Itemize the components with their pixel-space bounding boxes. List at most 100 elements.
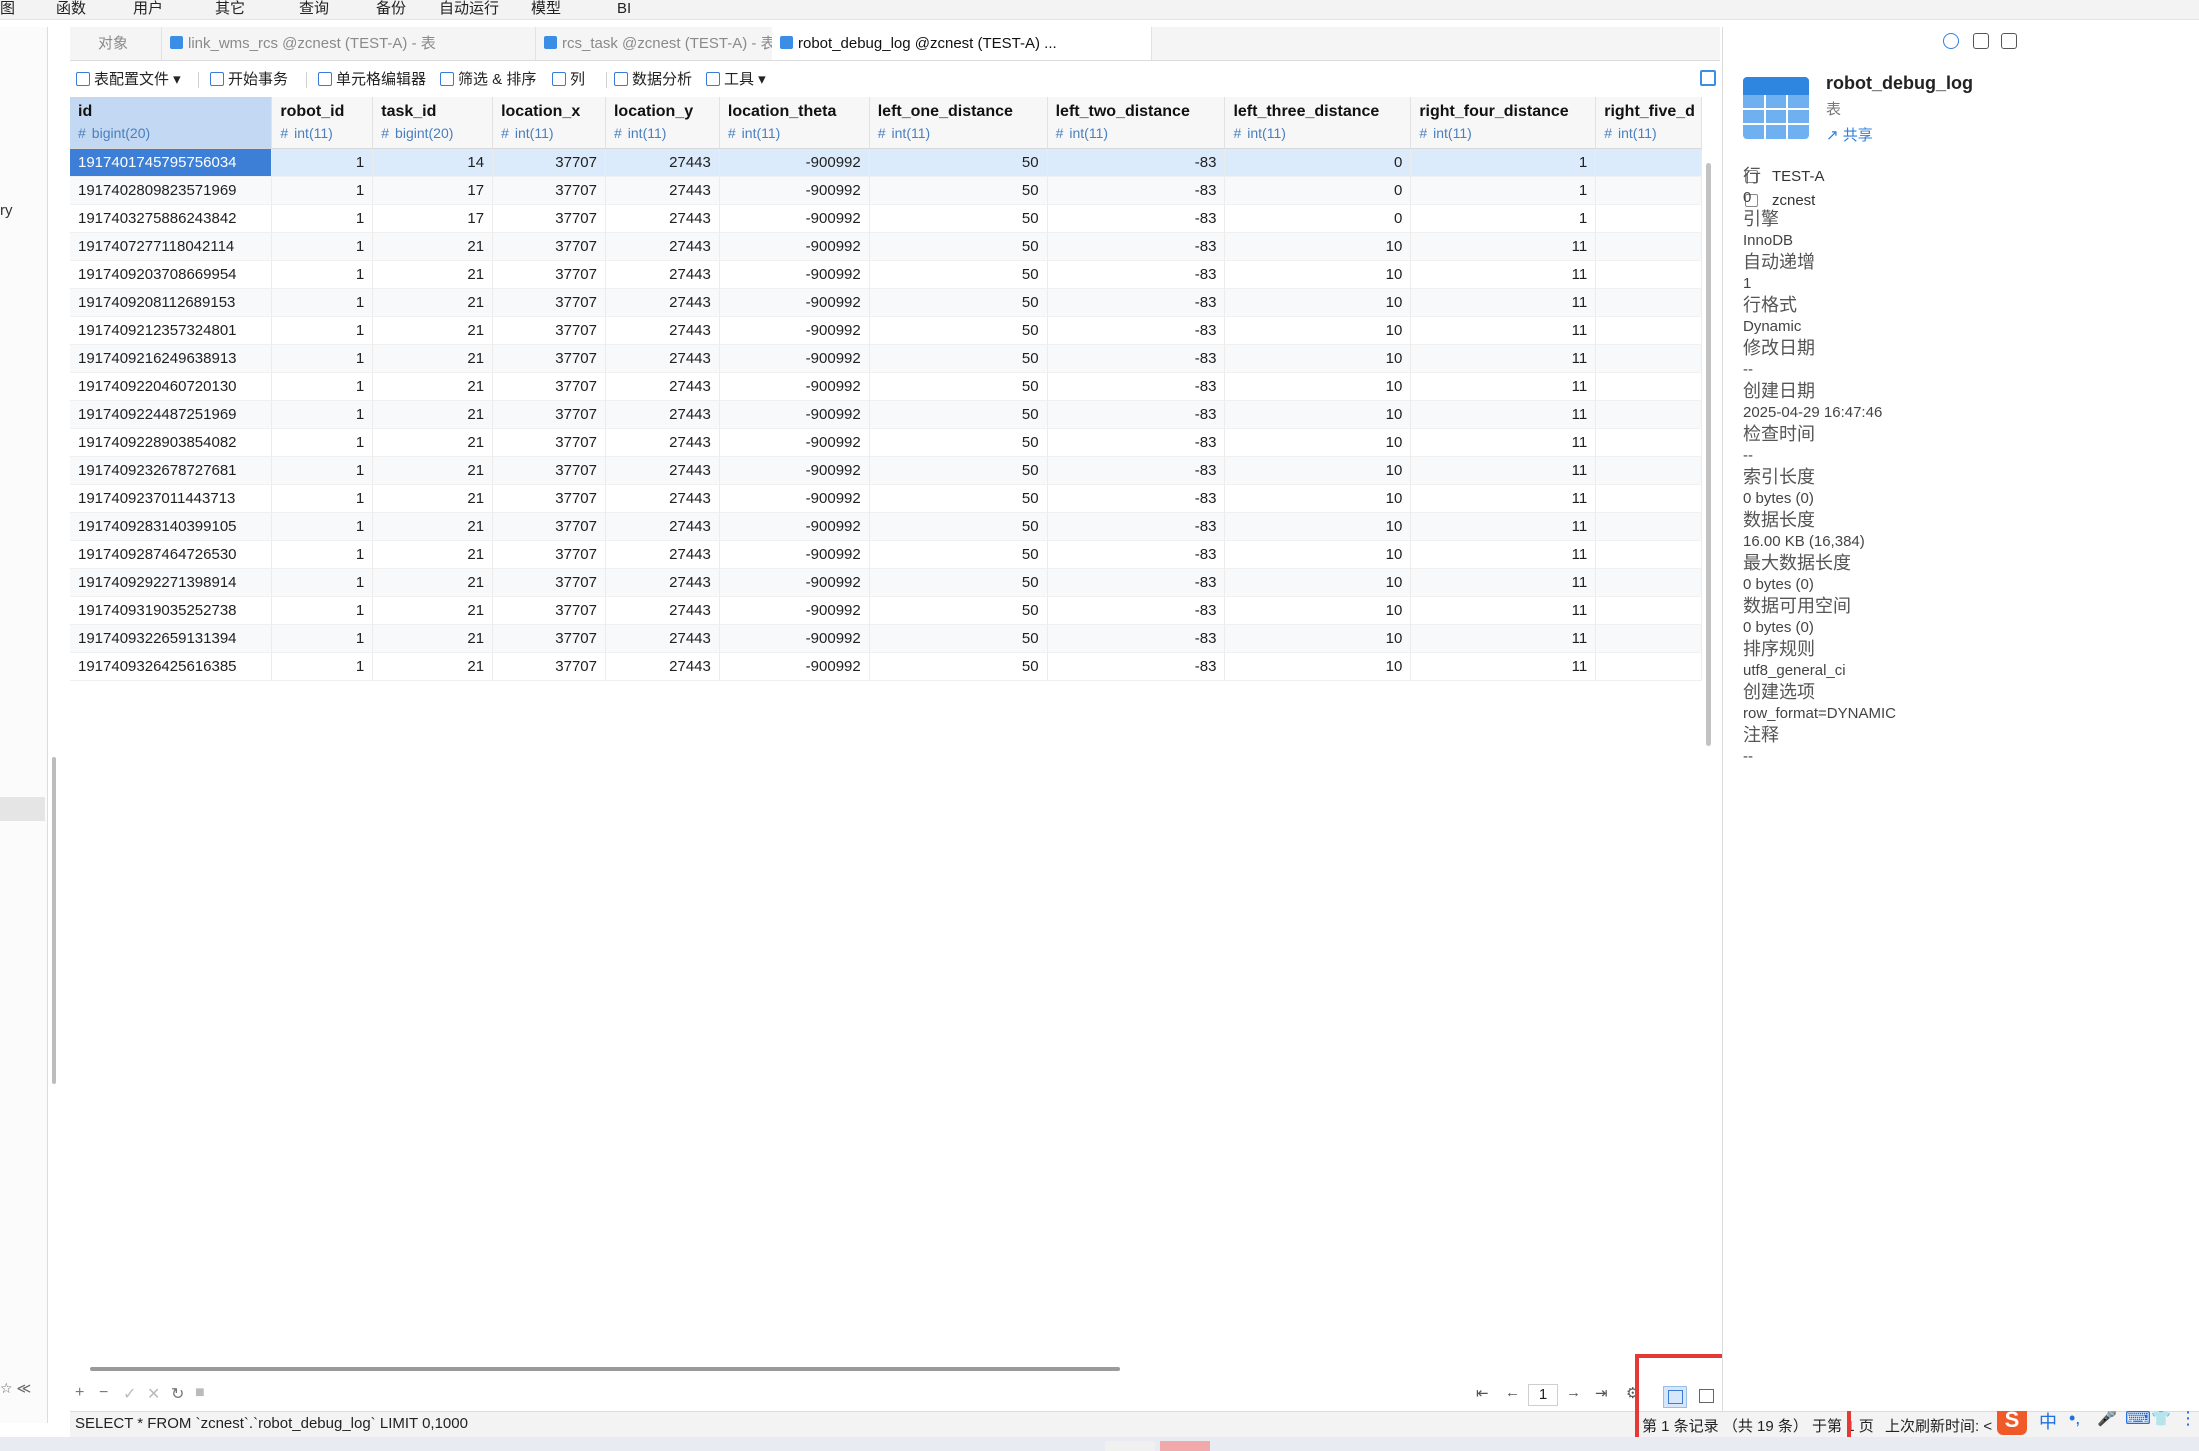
table-row[interactable]: 1917409220460720130 1 21 37707 27443 -900992 5… (70, 372, 1702, 401)
table-cell[interactable]: 50 (869, 652, 1048, 681)
table-cell[interactable] (1595, 624, 1702, 653)
table-cell[interactable]: 11 (1410, 512, 1597, 541)
stop-button[interactable]: ■ (195, 1384, 205, 1402)
prev-page-button[interactable]: ← (1505, 1384, 1520, 1401)
table-cell[interactable]: 1 (271, 344, 374, 373)
table-cell[interactable]: 37707 (492, 232, 606, 261)
apply-changes-button[interactable]: ✓ (123, 1384, 136, 1404)
taskbar-item[interactable] (1160, 1441, 1210, 1451)
table-cell[interactable]: -83 (1047, 232, 1226, 261)
table-row[interactable]: 1917409232678727681 1 21 37707 27443 -900992 5… (70, 456, 1702, 485)
menu-item-view[interactable]: 图 (0, 0, 15, 18)
table-cell[interactable]: 11 (1410, 484, 1597, 513)
table-cell[interactable]: 50 (869, 596, 1048, 625)
column-header[interactable]: location_y # int(11) (605, 97, 720, 149)
table-cell[interactable]: -83 (1047, 568, 1226, 597)
table-cell[interactable]: -900992 (719, 596, 870, 625)
table-row[interactable]: 1917407277118042114 1 21 37707 27443 -900992 5… (70, 232, 1702, 261)
layout-icon[interactable] (2001, 33, 2017, 49)
table-row[interactable]: 1917409237011443713 1 21 37707 27443 -900992 5… (70, 484, 1702, 513)
sidebar-item-fragment[interactable]: ry (0, 202, 13, 219)
table-cell[interactable]: 37707 (492, 344, 606, 373)
table-cell[interactable]: 37707 (492, 428, 606, 457)
table-cell[interactable]: 10 (1224, 288, 1412, 317)
table-cell[interactable]: 27443 (605, 624, 720, 653)
table-cell[interactable]: 17 (372, 176, 494, 205)
chinese-mode-icon[interactable]: 中 (2039, 1408, 2057, 1434)
table-cell[interactable] (1595, 148, 1702, 177)
table-cell[interactable]: -83 (1047, 204, 1226, 233)
table-cell[interactable]: 21 (372, 484, 494, 513)
table-cell[interactable]: 0 (1224, 148, 1412, 177)
table-cell[interactable]: 11 (1410, 596, 1597, 625)
taskbar-item[interactable] (1105, 1441, 1155, 1451)
table-cell[interactable]: -900992 (719, 540, 870, 569)
table-cell[interactable]: 50 (869, 316, 1048, 345)
refresh-button[interactable]: ↻ (171, 1384, 184, 1404)
menu-item-bi[interactable]: BI (617, 0, 631, 18)
table-cell[interactable]: -83 (1047, 176, 1226, 205)
table-cell[interactable]: -900992 (719, 428, 870, 457)
grid-vertical-scrollbar[interactable] (1706, 163, 1711, 746)
skin-icon[interactable]: 👕 (2151, 1408, 2171, 1428)
table-cell[interactable]: -900992 (719, 652, 870, 681)
table-cell[interactable]: -900992 (719, 456, 870, 485)
table-cell[interactable]: 11 (1410, 344, 1597, 373)
table-row[interactable]: 1917402809823571969 1 17 37707 27443 -900992 5… (70, 176, 1702, 205)
table-cell[interactable]: 1 (271, 652, 374, 681)
table-cell[interactable] (1595, 204, 1702, 233)
table-row[interactable]: 1917409322659131394 1 21 37707 27443 -900992 5… (70, 624, 1702, 653)
table-cell[interactable]: 1 (271, 484, 374, 513)
table-cell[interactable]: 10 (1224, 400, 1412, 429)
table-cell[interactable]: 21 (372, 372, 494, 401)
table-row[interactable]: 1917409228903854082 1 21 37707 27443 -900992 5… (70, 428, 1702, 457)
table-cell[interactable]: -900992 (719, 148, 870, 177)
begin-transaction-button[interactable]: 开始事务 (210, 70, 288, 90)
table-row[interactable]: 1917409326425616385 1 21 37707 27443 -900992 5… (70, 652, 1702, 681)
filter-sort-button[interactable]: 筛选 & 排序 (440, 70, 536, 90)
sidebar-bottom-icons[interactable]: ☆ ≪ (0, 1380, 31, 1397)
table-cell[interactable]: 50 (869, 456, 1048, 485)
table-cell[interactable]: 1917409232678727681 (70, 456, 273, 485)
table-cell[interactable]: -900992 (719, 316, 870, 345)
table-cell[interactable]: 21 (372, 456, 494, 485)
table-cell[interactable]: 11 (1410, 624, 1597, 653)
table-cell[interactable]: 27443 (605, 596, 720, 625)
table-cell[interactable]: 27443 (605, 400, 720, 429)
config-profile-button[interactable]: 表配置文件 ▾ (76, 70, 181, 90)
table-cell[interactable]: 10 (1224, 428, 1412, 457)
table-cell[interactable]: 0 (1224, 176, 1412, 205)
table-cell[interactable]: -900992 (719, 176, 870, 205)
table-cell[interactable]: 21 (372, 316, 494, 345)
table-cell[interactable]: 11 (1410, 316, 1597, 345)
table-cell[interactable]: -900992 (719, 288, 870, 317)
table-cell[interactable]: 1 (271, 316, 374, 345)
add-record-button[interactable]: + (75, 1384, 84, 1402)
menu-item-query[interactable]: 查询 (299, 0, 329, 18)
table-cell[interactable]: 1 (271, 288, 374, 317)
table-cell[interactable]: 1 (271, 596, 374, 625)
table-cell[interactable]: 11 (1410, 400, 1597, 429)
column-header[interactable]: left_two_distance # int(11) (1047, 97, 1226, 149)
table-row[interactable]: 1917401745795756034 1 14 37707 27443 -900992 5… (70, 148, 1702, 177)
table-cell[interactable]: 21 (372, 596, 494, 625)
table-cell[interactable] (1595, 484, 1702, 513)
table-row[interactable]: 1917409203708669954 1 21 37707 27443 -900992 5… (70, 260, 1702, 289)
table-cell[interactable]: 11 (1410, 288, 1597, 317)
table-cell[interactable]: 27443 (605, 372, 720, 401)
table-row[interactable]: 1917409224487251969 1 21 37707 27443 -900992 5… (70, 400, 1702, 429)
table-cell[interactable]: 27443 (605, 288, 720, 317)
column-header[interactable]: id # bigint(20) (70, 97, 273, 149)
table-cell[interactable]: 50 (869, 232, 1048, 261)
table-cell[interactable]: 11 (1410, 456, 1597, 485)
table-cell[interactable]: 1 (271, 568, 374, 597)
table-cell[interactable]: 11 (1410, 260, 1597, 289)
table-cell[interactable] (1595, 288, 1702, 317)
table-cell[interactable] (1595, 540, 1702, 569)
table-cell[interactable]: 17 (372, 204, 494, 233)
column-header[interactable]: robot_id # int(11) (271, 97, 374, 149)
table-cell[interactable] (1595, 232, 1702, 261)
table-cell[interactable] (1595, 512, 1702, 541)
table-cell[interactable]: 21 (372, 624, 494, 653)
cell-editor-button[interactable]: 单元格编辑器 (318, 70, 426, 90)
